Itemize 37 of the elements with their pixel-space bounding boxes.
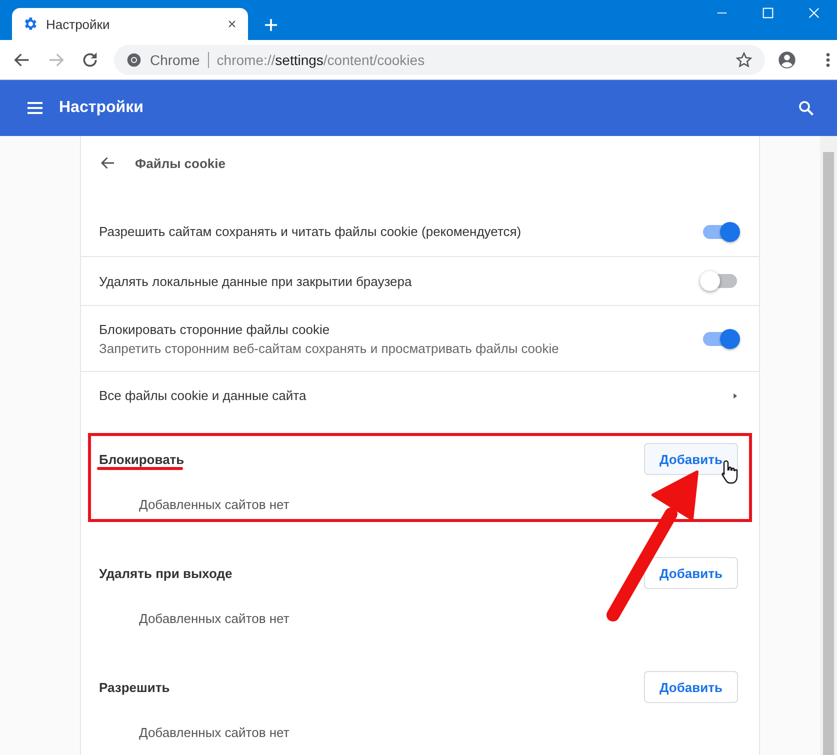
cookies-link-row[interactable]: Все файлы cookie и данные сайта	[81, 371, 759, 419]
maximize-icon[interactable]	[761, 6, 775, 20]
add-button[interactable]: Добавить	[644, 557, 738, 589]
close-icon[interactable]	[807, 6, 821, 20]
close-icon[interactable]	[226, 18, 238, 30]
setting-label: Блокировать сторонние файлы cookie	[99, 322, 331, 336]
scrollbar[interactable]	[820, 136, 837, 755]
chrome-icon	[126, 52, 142, 68]
new-tab-icon[interactable]	[262, 16, 280, 34]
empty-list-text: Добавленных сайтов нет	[138, 496, 290, 512]
list-heading: Удалять при выходе	[99, 566, 232, 580]
add-button[interactable]: Добавить	[644, 443, 738, 475]
search-icon[interactable]	[797, 99, 815, 117]
list-heading: Разрешить	[99, 680, 170, 694]
section-title: Файлы cookie	[135, 156, 226, 170]
browser-tab[interactable]: Настройки	[12, 8, 248, 40]
setting-label: Удалять локальные данные при закрытии браузера	[99, 274, 413, 288]
settings-icon	[22, 16, 38, 32]
toggle-switch[interactable]	[703, 224, 737, 238]
triangle-icon	[731, 392, 739, 400]
toggle-switch[interactable]	[703, 274, 737, 288]
setting-description: Запретить сторонним веб-сайтам сохранять и просматривать файлы cookie	[99, 340, 560, 356]
address-bar[interactable]: Chrome chrome://settings/content/cookies	[114, 44, 765, 74]
add-button[interactable]: Добавить	[644, 671, 738, 703]
url-text: chrome://settings/content/cookies	[216, 52, 426, 68]
link-label: Все файлы cookie и данные сайта	[99, 388, 308, 403]
star-icon[interactable]	[735, 50, 753, 68]
empty-list-text: Добавленных сайтов нет	[138, 610, 290, 626]
empty-list-text: Добавленных сайтов нет	[138, 724, 290, 740]
page-header-title: Настройки	[59, 99, 144, 117]
setting-label: Разрешить сайтам сохранять и читать файлы cookie (рекомендуется)	[99, 224, 522, 239]
site-label: Chrome	[150, 52, 200, 68]
list-heading: Блокировать	[99, 452, 184, 466]
tab-title: Настройки	[46, 16, 111, 32]
hand-cursor-icon	[721, 459, 739, 485]
profile-icon[interactable]	[777, 50, 797, 70]
toggle-switch[interactable]	[703, 332, 737, 346]
